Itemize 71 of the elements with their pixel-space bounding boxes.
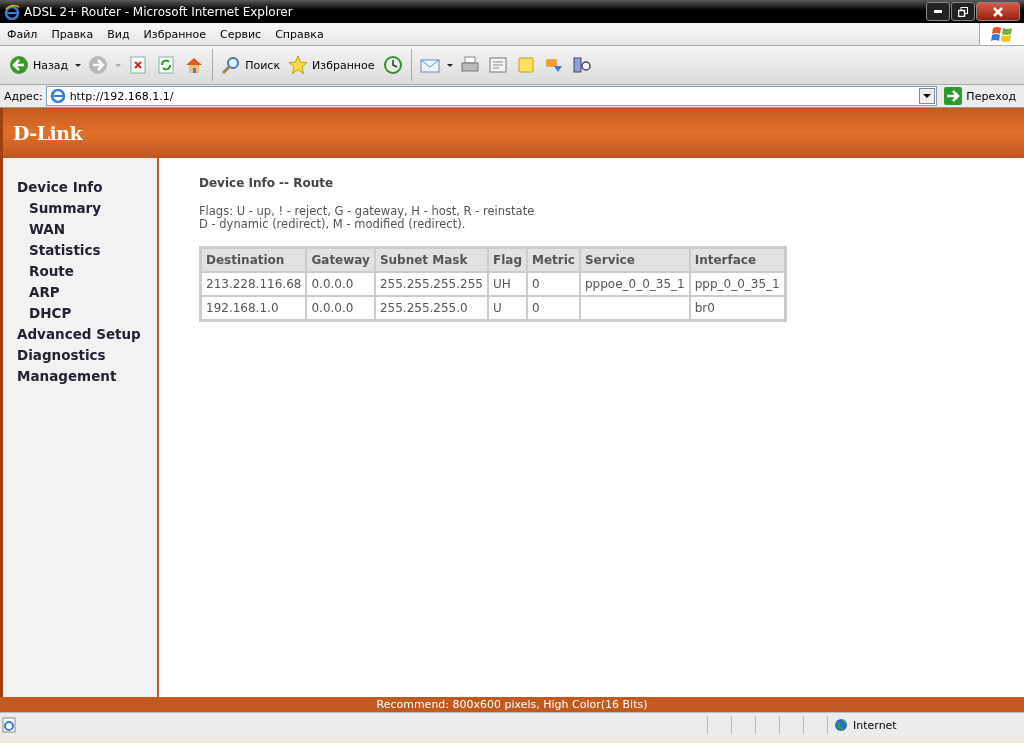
table-cell: 255.255.255.255 — [374, 272, 488, 296]
address-field[interactable]: http://192.168.1.1/ — [45, 86, 938, 106]
go-button[interactable]: Переход — [940, 87, 1024, 105]
note-icon — [515, 55, 536, 75]
column-header: Metric — [526, 248, 580, 272]
sidebar-item[interactable]: Advanced Setup — [3, 324, 157, 345]
sidebar-item[interactable]: ARP — [3, 282, 157, 303]
close-button[interactable] — [976, 2, 1020, 21]
table-cell: 192.168.1.0 — [201, 296, 307, 320]
column-header: Destination — [201, 248, 307, 272]
close-icon — [993, 6, 1003, 17]
column-header: Interface — [689, 248, 785, 272]
sidebar-item[interactable]: Management — [3, 366, 157, 387]
table-cell: ppp_0_0_35_1 — [689, 272, 785, 296]
page-icon — [49, 88, 66, 104]
address-label: Адрес: — [4, 89, 43, 103]
menu-item[interactable]: Избранное — [136, 27, 214, 41]
sidebar-item[interactable]: Statistics — [3, 240, 157, 261]
column-header: Flag — [487, 248, 527, 272]
column-header: Subnet Mask — [374, 248, 488, 272]
globe-icon — [834, 718, 848, 732]
zone-label: Internet — [853, 718, 897, 732]
back-arrow-icon — [9, 55, 29, 75]
restore-button[interactable] — [951, 2, 975, 21]
browser-icon — [4, 3, 20, 20]
flags-legend: D - dynamic (redirect), M - modified (redirect). — [199, 218, 1024, 231]
sidebar-item[interactable]: Device Info — [3, 177, 157, 198]
minimize-button[interactable] — [926, 2, 950, 21]
sidebar-item[interactable]: DHCP — [3, 303, 157, 324]
document-icon — [487, 55, 508, 75]
table-cell: 255.255.255.0 — [374, 296, 488, 320]
menu-item[interactable]: Сервис — [213, 27, 269, 41]
search-button[interactable]: Поиск — [218, 53, 284, 77]
table-cell: pppoe_0_0_35_1 — [579, 272, 690, 296]
column-header: Service — [579, 248, 690, 272]
table-cell: 0 — [526, 296, 580, 320]
sidebar-item[interactable]: Route — [3, 261, 157, 282]
windows-logo-icon — [991, 24, 1013, 44]
history-icon — [382, 55, 403, 75]
table-cell: 0 — [526, 272, 580, 296]
menu-item[interactable]: Справка — [268, 27, 331, 41]
table-cell: 0.0.0.0 — [306, 272, 375, 296]
go-arrow-icon — [944, 87, 963, 105]
restore-icon — [958, 6, 968, 17]
refresh-icon — [156, 55, 177, 75]
page-heading: Device Info -- Route — [199, 176, 335, 190]
column-header: Gateway — [306, 248, 375, 272]
back-button[interactable]: Назад — [6, 53, 72, 77]
table-cell: br0 — [689, 296, 785, 320]
stop-icon — [128, 55, 149, 75]
flags-legend: Flags: U - up, ! - reject, G - gateway, H - host, R - reinstate — [199, 205, 1024, 218]
menu-item[interactable]: Вид — [100, 27, 137, 41]
dropdown-button[interactable] — [919, 88, 936, 104]
sidebar-item[interactable]: Diagnostics — [3, 345, 157, 366]
caret-icon — [923, 93, 932, 99]
footer-bar: Recommend: 800x600 pixels, High Color(16 Bits) — [0, 697, 1024, 712]
sidebar-item[interactable]: WAN — [3, 219, 157, 240]
table-cell: 213.228.116.68 — [201, 272, 307, 296]
window-title: ADSL 2+ Router - Microsoft Internet Explorer — [24, 4, 294, 19]
favorites-button[interactable]: Избранное — [285, 53, 378, 77]
sidebar-item[interactable]: Summary — [3, 198, 157, 219]
star-icon — [288, 55, 309, 75]
table-cell: U — [487, 296, 527, 320]
logo: D-Link — [13, 122, 83, 144]
printer-icon — [459, 55, 480, 75]
minimize-icon — [934, 10, 942, 13]
table-cell: 0.0.0.0 — [306, 296, 375, 320]
menu-item[interactable]: Файл — [0, 27, 45, 41]
menu-item[interactable]: Правка — [44, 27, 101, 41]
search-icon — [221, 55, 242, 75]
table-cell: UH — [487, 272, 527, 296]
